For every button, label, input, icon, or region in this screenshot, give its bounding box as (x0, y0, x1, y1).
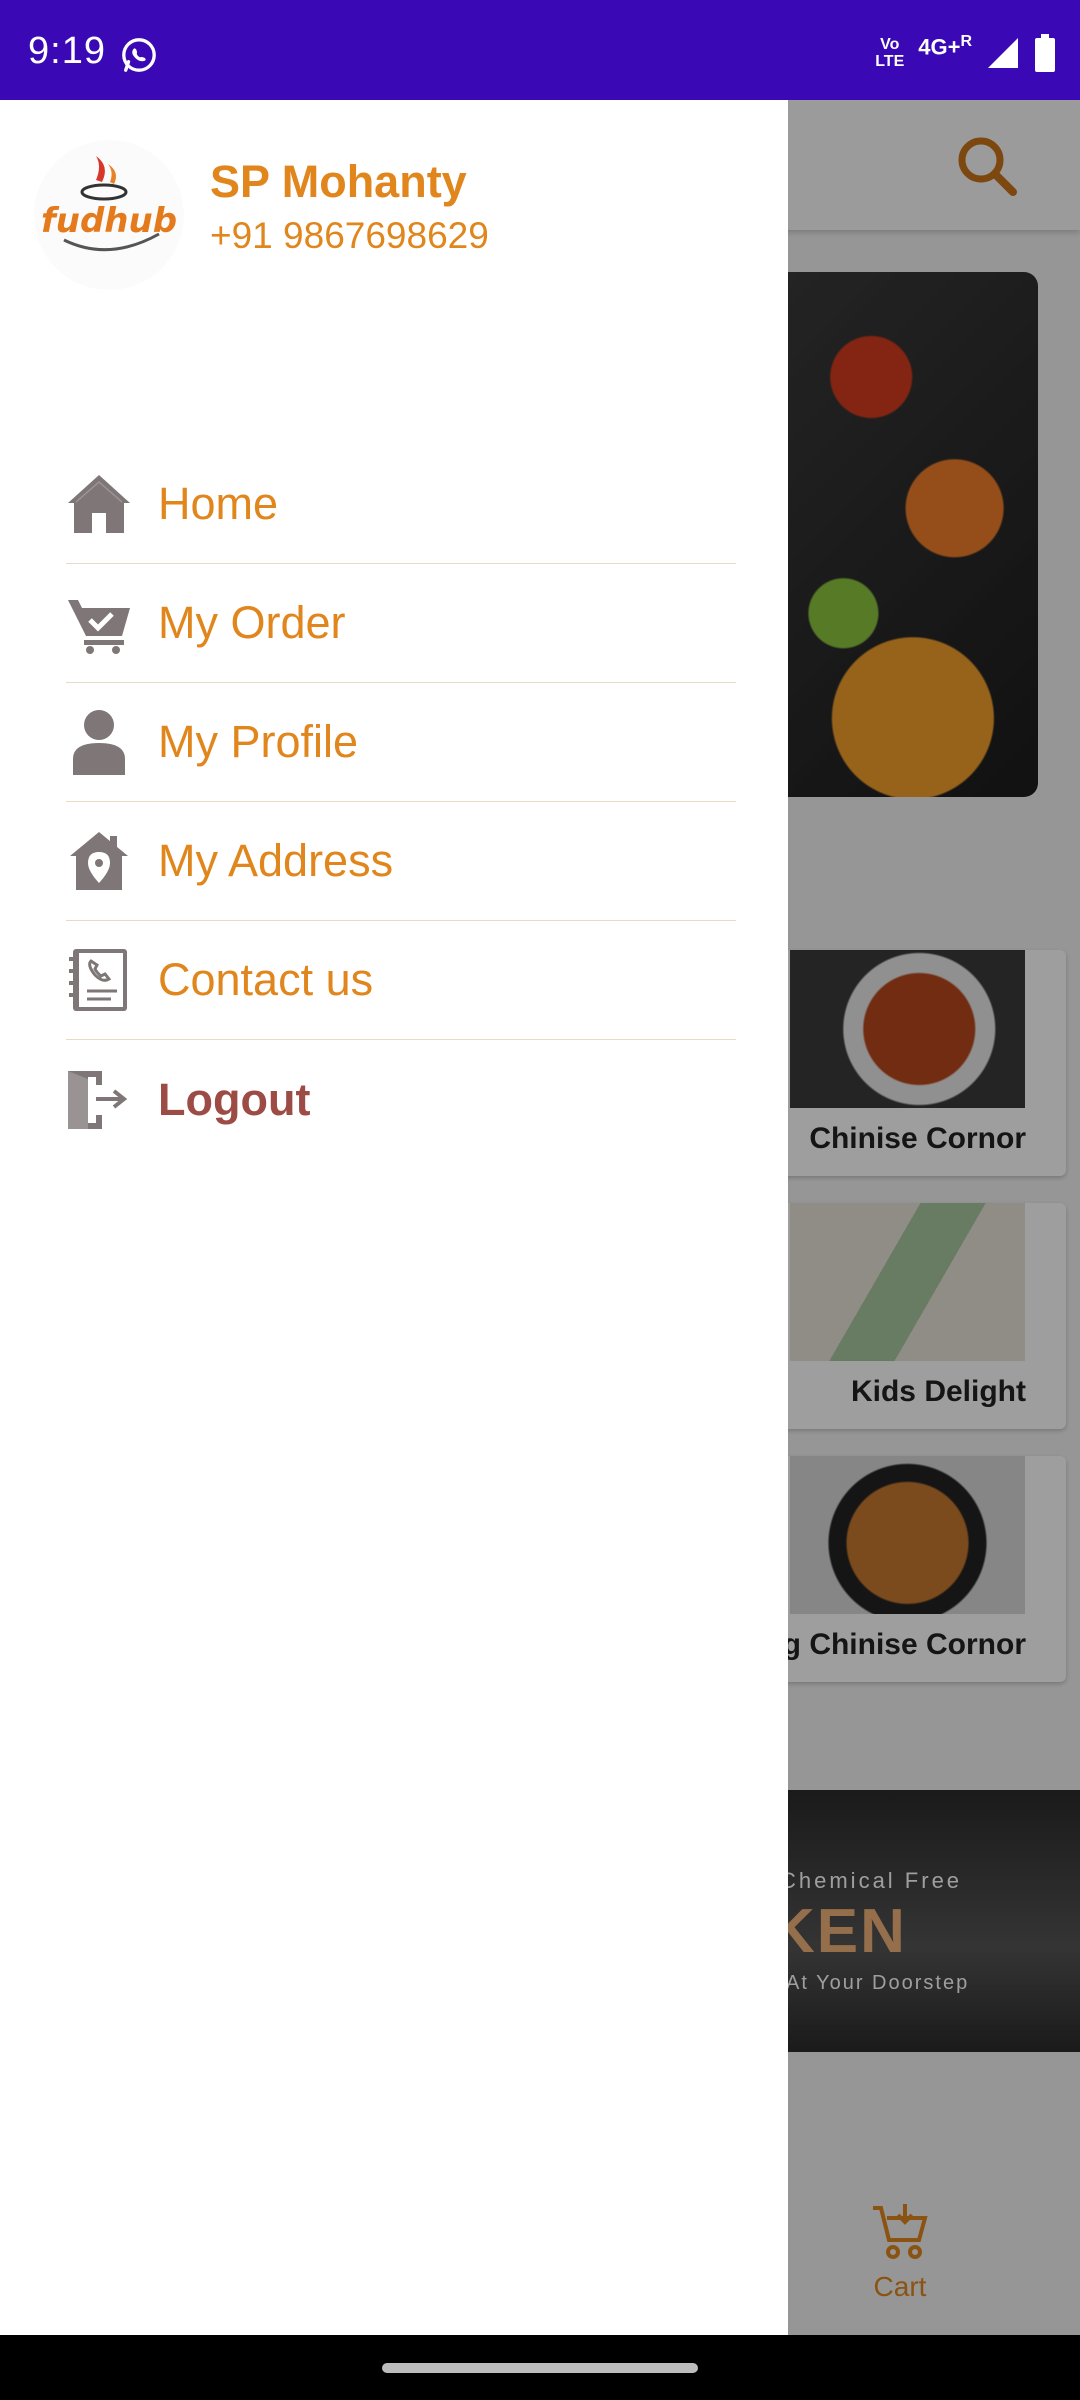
status-bar: 9:19 Vo LTE 4G+R (0, 0, 1080, 100)
whatsapp-icon (122, 38, 156, 72)
menu-label: My Order (158, 597, 346, 648)
status-time: 9:19 (28, 30, 106, 72)
user-phone: +91 9867698629 (210, 215, 489, 256)
menu-label: Home (158, 478, 279, 529)
menu-item-logout[interactable]: Logout (66, 1040, 736, 1159)
avatar: fudhub (34, 140, 184, 290)
menu-item-my-order[interactable]: My Order (66, 564, 736, 683)
drawer-menu: Home My Order My Profile My Address Cont… (66, 445, 736, 1159)
battery-icon (1035, 34, 1055, 72)
menu-item-my-address[interactable]: My Address (66, 802, 736, 921)
volte-indicator: Vo LTE (875, 36, 905, 70)
cart-check-icon (66, 590, 132, 656)
home-gesture-handle[interactable] (382, 2363, 698, 2373)
person-icon (66, 709, 132, 775)
network-type: 4G+R (918, 33, 972, 60)
menu-label: My Address (158, 835, 394, 886)
home-icon (66, 471, 132, 537)
logout-door-icon (66, 1067, 132, 1133)
menu-item-home[interactable]: Home (66, 445, 736, 564)
user-name: SP Mohanty (210, 156, 467, 207)
menu-item-my-profile[interactable]: My Profile (66, 683, 736, 802)
menu-item-contact-us[interactable]: Contact us (66, 921, 736, 1040)
contact-book-icon (66, 947, 132, 1013)
navigation-drawer: fudhub SP Mohanty +91 9867698629 Home My… (0, 100, 788, 2335)
system-nav-bar (0, 2335, 1080, 2400)
menu-label: Logout (158, 1073, 311, 1125)
fudhub-logo: fudhub (41, 156, 177, 252)
menu-label: My Profile (158, 716, 359, 767)
address-pin-icon (66, 828, 132, 894)
menu-label: Contact us (158, 954, 374, 1005)
signal-icon (988, 38, 1018, 68)
